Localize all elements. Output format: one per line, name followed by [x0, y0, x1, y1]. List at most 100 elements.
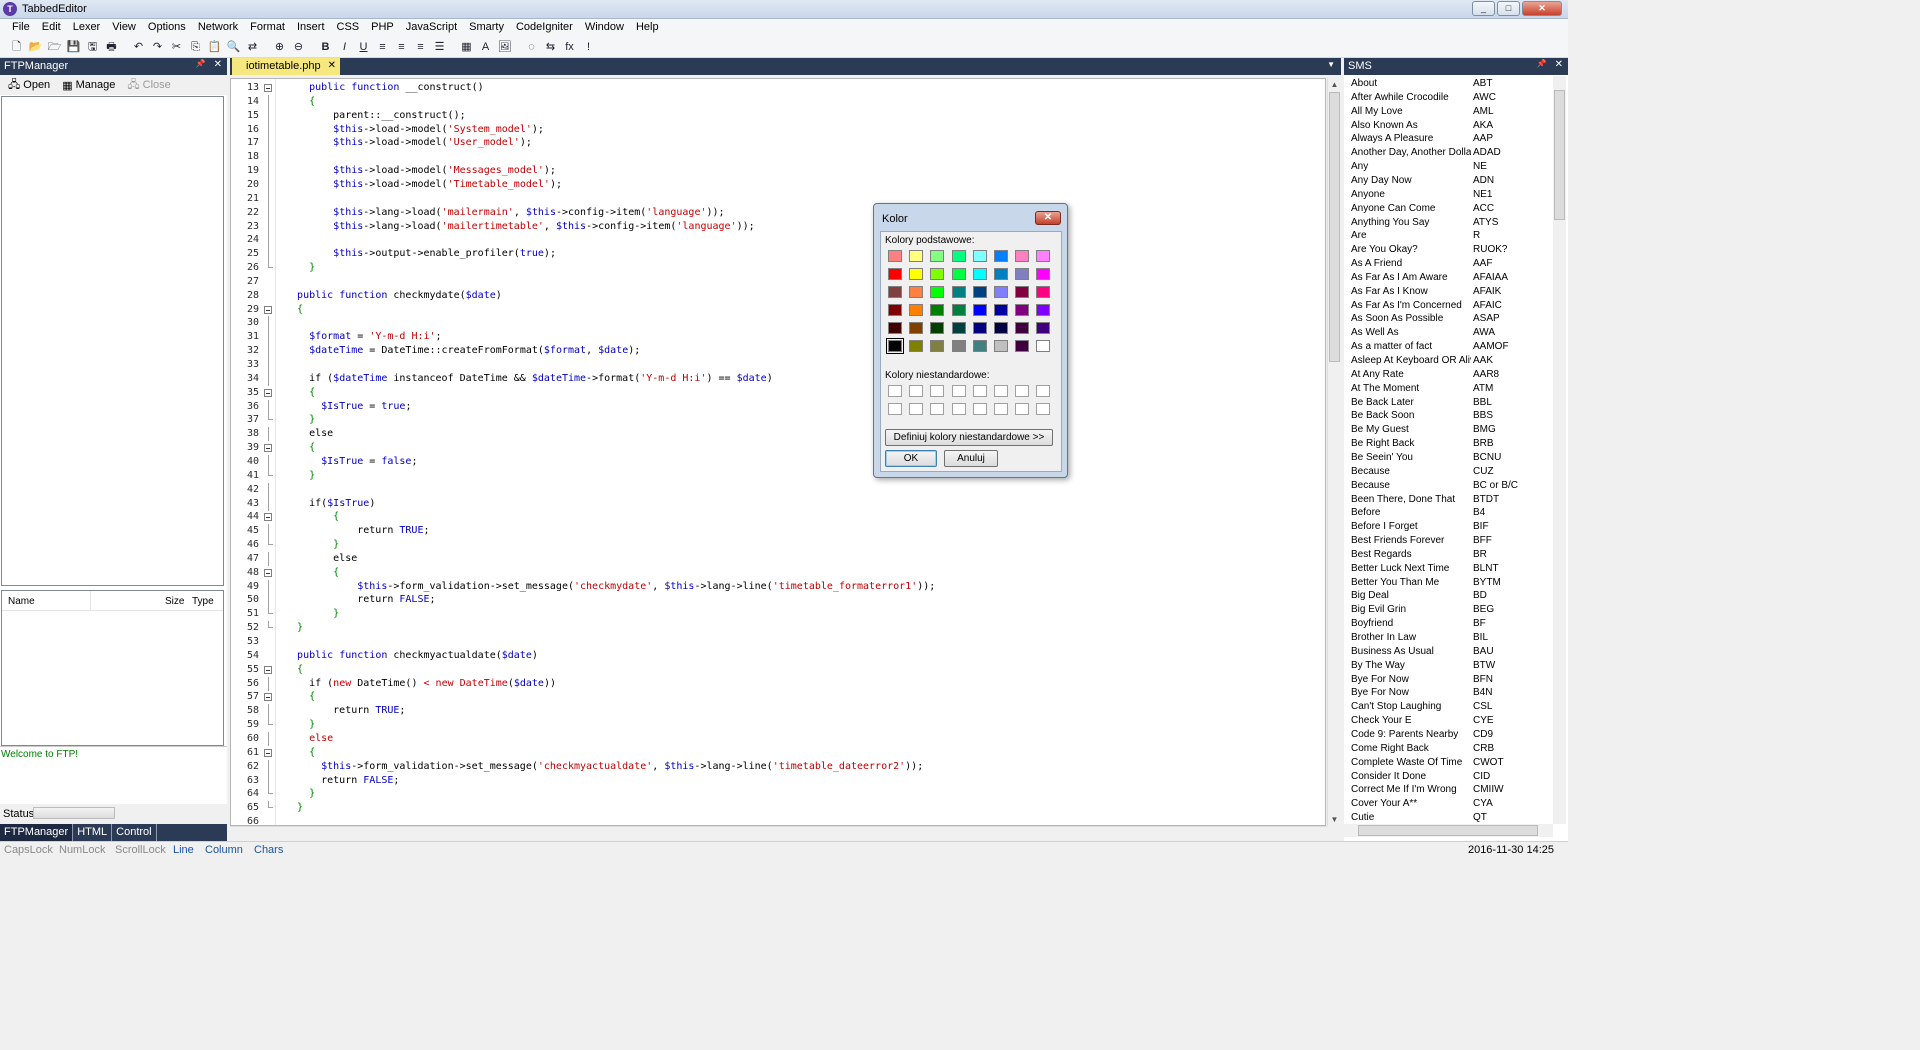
- save-icon[interactable]: 💾: [65, 39, 82, 56]
- list-item[interactable]: At Any Rate AAR8: [1344, 368, 1554, 382]
- code-line[interactable]: 31 $format = 'Y-m-d H:i';: [231, 330, 1325, 345]
- list-item[interactable]: Another Day, Another Dollar ADAD: [1344, 146, 1554, 160]
- code-line[interactable]: 20 $this->load->model('Timetable_model')…: [231, 177, 1325, 192]
- copy-icon[interactable]: ⎘: [187, 39, 204, 56]
- list-item[interactable]: Be My Guest BMG: [1344, 423, 1554, 437]
- color-swatch[interactable]: [1036, 286, 1051, 298]
- comment-icon[interactable]: ◌: [523, 39, 540, 56]
- color-swatch[interactable]: [886, 338, 904, 354]
- tab-html[interactable]: HTML: [73, 824, 113, 841]
- fold-toggle-icon[interactable]: [264, 84, 272, 92]
- color-swatch[interactable]: [994, 268, 1008, 280]
- menu-lexer[interactable]: Lexer: [67, 19, 107, 37]
- menu-codeigniter[interactable]: CodeIgniter: [510, 19, 579, 37]
- maximize-button[interactable]: □: [1497, 1, 1520, 16]
- menu-options[interactable]: Options: [142, 19, 192, 37]
- code-line[interactable]: 60 else: [231, 731, 1325, 746]
- color-swatch[interactable]: [930, 304, 945, 316]
- replace-icon[interactable]: ⇄: [244, 39, 261, 56]
- ftp-folder-tree[interactable]: [1, 96, 224, 586]
- color-swatch[interactable]: [888, 268, 902, 280]
- color-swatch[interactable]: [994, 340, 1008, 352]
- code-line[interactable]: 45 return TRUE;: [231, 524, 1325, 539]
- custom-color-swatch[interactable]: [1015, 403, 1030, 415]
- list-item[interactable]: Anyone NE1: [1344, 188, 1554, 202]
- list-item[interactable]: Code 9: Parents Nearby CD9: [1344, 728, 1554, 742]
- code-line[interactable]: 66: [231, 815, 1325, 825]
- panel-close-icon[interactable]: ✕: [1555, 59, 1563, 70]
- code-line[interactable]: 54 public function checkmyactualdate($da…: [231, 649, 1325, 663]
- find-icon[interactable]: 🔍: [225, 39, 242, 56]
- menu-network[interactable]: Network: [192, 19, 244, 37]
- color-swatch[interactable]: [994, 250, 1008, 262]
- list-item[interactable]: Come Right Back CRB: [1344, 742, 1554, 756]
- editor-horizontal-scrollbar[interactable]: [230, 826, 1327, 839]
- fold-toggle-icon[interactable]: [264, 693, 272, 702]
- code-line[interactable]: 57 {: [231, 690, 1325, 704]
- list-item[interactable]: Asleep At Keyboard OR Aliv... AAK: [1344, 354, 1554, 368]
- color-swatch[interactable]: [951, 322, 966, 334]
- color-swatch[interactable]: [972, 340, 987, 352]
- color-swatch[interactable]: [951, 340, 966, 352]
- list-item[interactable]: As Far As I'm Concerned AFAIC: [1344, 299, 1554, 313]
- color-swatch[interactable]: [994, 304, 1008, 316]
- fold-toggle-icon[interactable]: [264, 568, 272, 577]
- color-swatch[interactable]: [930, 322, 945, 334]
- code-line[interactable]: 42: [231, 482, 1325, 497]
- code-line[interactable]: 63 return FALSE;: [231, 773, 1325, 788]
- menu-css[interactable]: CSS: [331, 19, 366, 37]
- color-swatch[interactable]: [930, 250, 945, 262]
- tab-list-dropdown-icon[interactable]: ▼: [1327, 60, 1335, 69]
- list-item[interactable]: At The Moment ATM: [1344, 382, 1554, 396]
- color-swatch[interactable]: [909, 322, 924, 334]
- sms-horizontal-scrollbar[interactable]: [1344, 824, 1553, 837]
- color-swatch[interactable]: [888, 304, 902, 316]
- custom-color-swatch[interactable]: [888, 403, 902, 415]
- open-folder-icon[interactable]: 🗁: [46, 39, 63, 56]
- list-item[interactable]: By The Way BTW: [1344, 659, 1554, 673]
- save-all-icon[interactable]: 🖫: [84, 39, 101, 56]
- list-item[interactable]: Business As Usual BAU: [1344, 645, 1554, 659]
- color-swatch[interactable]: [909, 268, 924, 280]
- list-item[interactable]: Also Known As AKA: [1344, 119, 1554, 133]
- list-item[interactable]: After Awhile Crocodile AWC: [1344, 91, 1554, 105]
- list-item[interactable]: All My Love AML: [1344, 105, 1554, 119]
- code-line[interactable]: 23 $this->lang->load('mailertimetable', …: [231, 219, 1325, 234]
- list-item[interactable]: As Far As I Know AFAIK: [1344, 285, 1554, 299]
- menu-insert[interactable]: Insert: [291, 19, 331, 37]
- ftp-open-button[interactable]: 🖧 Open: [8, 76, 50, 95]
- color-swatch[interactable]: [972, 268, 987, 280]
- color-swatch[interactable]: [930, 286, 945, 298]
- list-item[interactable]: Better Luck Next Time BLNT: [1344, 562, 1554, 576]
- editor-vertical-scrollbar[interactable]: ▲ ▼: [1327, 78, 1340, 826]
- color-swatch[interactable]: [930, 340, 945, 352]
- code-line[interactable]: 18: [231, 150, 1325, 165]
- fold-toggle-icon[interactable]: [264, 388, 272, 397]
- custom-color-swatch[interactable]: [972, 385, 987, 397]
- code-line[interactable]: 40 $IsTrue = false;: [231, 454, 1325, 469]
- menu-window[interactable]: Window: [579, 19, 630, 37]
- tab-ftpmanager[interactable]: FTPManager: [0, 824, 74, 841]
- code-line[interactable]: 41 }: [231, 468, 1325, 483]
- code-line[interactable]: 43 if($IsTrue): [231, 496, 1325, 511]
- color-swatch[interactable]: [972, 286, 987, 298]
- scroll-down-icon[interactable]: ▼: [1328, 813, 1341, 826]
- color-swatch[interactable]: [909, 304, 924, 316]
- list-item[interactable]: Been There, Done That BTDT: [1344, 493, 1554, 507]
- list-item[interactable]: Be Back Soon BBS: [1344, 409, 1554, 423]
- list-item[interactable]: Consider It Done CID: [1344, 770, 1554, 784]
- paste-icon[interactable]: 📋: [206, 39, 223, 56]
- cancel-button[interactable]: Anuluj: [944, 450, 998, 467]
- pin-icon[interactable]: 📌: [1537, 59, 1547, 70]
- function-icon[interactable]: fx: [561, 39, 578, 56]
- ftp-close-button[interactable]: 🖧 Close: [127, 76, 170, 95]
- align-center-icon[interactable]: ≡: [393, 39, 410, 56]
- code-line[interactable]: 16 $this->load->model('System_model');: [231, 122, 1325, 137]
- fold-toggle-icon[interactable]: [264, 305, 272, 314]
- color-swatch[interactable]: [1015, 268, 1030, 280]
- fold-toggle-icon[interactable]: [264, 444, 272, 453]
- color-swatch[interactable]: [951, 286, 966, 298]
- code-line[interactable]: 25 $this->output->enable_profiler(true);: [231, 247, 1325, 262]
- code-line[interactable]: 17 $this->load->model('User_model');: [231, 136, 1325, 151]
- tab-iotimetable[interactable]: iotimetable.php ✕: [232, 58, 340, 75]
